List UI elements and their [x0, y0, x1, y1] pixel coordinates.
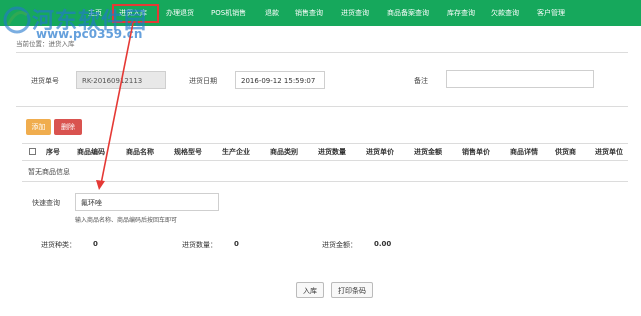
- table-header-border: [22, 160, 628, 161]
- order-no-label: 进货单号: [31, 77, 59, 85]
- order-no-field: RK-20160912113: [76, 71, 166, 89]
- col-header-index: 序号: [46, 148, 60, 156]
- nav-debt-query[interactable]: 欠款查询: [491, 0, 519, 26]
- divider: [16, 52, 628, 53]
- col-header-spec: 规格型号: [174, 148, 202, 156]
- print-barcode-button[interactable]: 打印条码: [331, 282, 373, 298]
- nav-product-record-query[interactable]: 商品备案查询: [387, 0, 429, 26]
- col-header-code: 商品编码: [77, 148, 105, 156]
- date-label: 进货日期: [189, 77, 217, 85]
- quick-search-label: 快速查询: [32, 199, 60, 207]
- breadcrumb: 当前位置：进货入库: [16, 40, 75, 48]
- quick-search-hint: 输入商品名称、商品编码后按回车即可: [75, 217, 178, 224]
- nav-return[interactable]: 办理退货: [166, 0, 194, 26]
- nav-sales-query[interactable]: 销售查询: [295, 0, 323, 26]
- watermark-logo-icon: [3, 6, 31, 34]
- col-header-details: 商品详情: [510, 148, 538, 156]
- col-header-qty: 进货数量: [318, 148, 346, 156]
- col-header-supplier: 供货商: [555, 148, 576, 156]
- summary-qty-value: 0: [234, 240, 239, 248]
- col-header-unit: 进货单位: [595, 148, 623, 156]
- col-header-manufacturer: 生产企业: [222, 148, 250, 156]
- col-header-sale-price: 销售单价: [462, 148, 490, 156]
- table-empty-message: 暂无商品信息: [28, 168, 70, 176]
- col-header-amount: 进货金额: [414, 148, 442, 156]
- delete-button[interactable]: 删除: [54, 119, 82, 135]
- stock-in-button[interactable]: 入库: [296, 282, 324, 298]
- nav-pos-sales[interactable]: POS机销售: [211, 0, 246, 26]
- col-header-unit-price: 进货单价: [366, 148, 394, 156]
- nav-customer-mgmt[interactable]: 客户管理: [537, 0, 565, 26]
- add-button[interactable]: 添加: [26, 119, 51, 135]
- remark-label: 备注: [414, 77, 428, 85]
- col-header-category: 商品类别: [270, 148, 298, 156]
- table-bottom-border: [22, 181, 628, 182]
- summary-type-label: 进货种类：: [41, 241, 76, 249]
- date-field[interactable]: 2016-09-12 15:59:07: [235, 71, 325, 89]
- table-top-border: [22, 143, 628, 144]
- remark-field[interactable]: [446, 70, 594, 88]
- nav-stock-query[interactable]: 库存查询: [447, 0, 475, 26]
- divider: [16, 106, 628, 107]
- nav-refund[interactable]: 退款: [265, 0, 279, 26]
- nav-purchase-query[interactable]: 进货查询: [341, 0, 369, 26]
- summary-type-value: 0: [93, 240, 98, 248]
- quick-search-input[interactable]: 氟环唑: [75, 193, 219, 211]
- summary-amount-label: 进货金额：: [322, 241, 357, 249]
- select-all-checkbox[interactable]: [29, 148, 36, 155]
- col-header-name: 商品名称: [126, 148, 154, 156]
- summary-qty-label: 进货数量：: [182, 241, 217, 249]
- summary-amount-value: 0.00: [374, 240, 392, 248]
